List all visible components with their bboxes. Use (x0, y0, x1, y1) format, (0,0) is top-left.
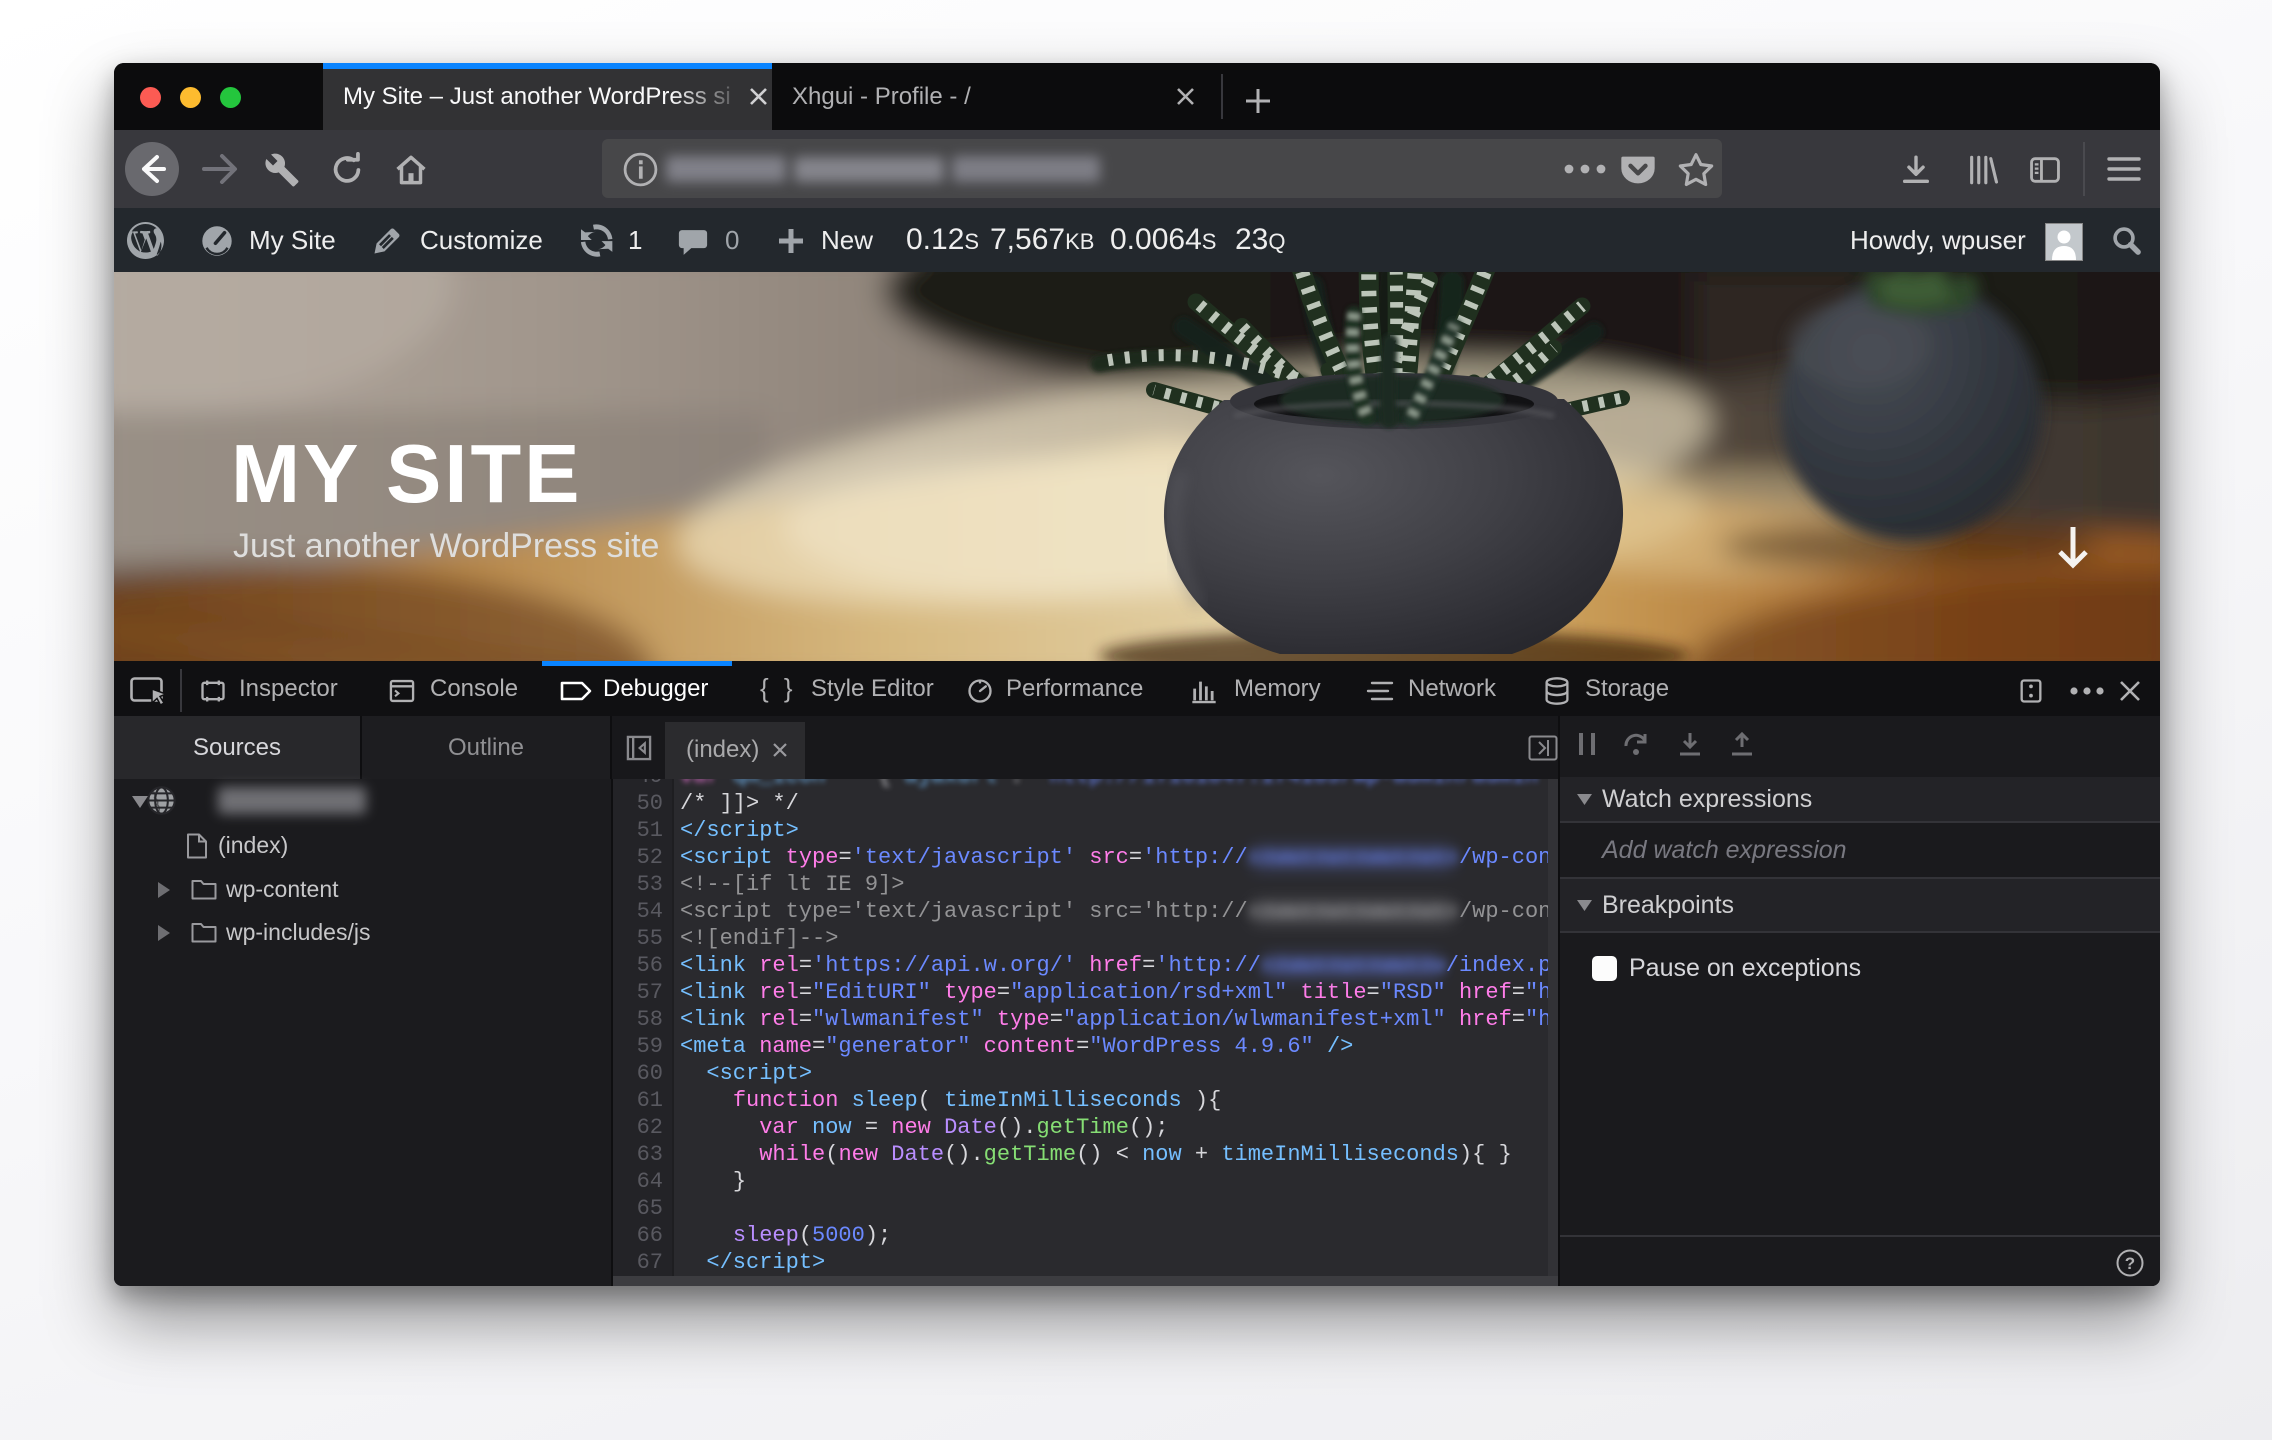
svg-text:?: ? (2125, 1254, 2135, 1273)
